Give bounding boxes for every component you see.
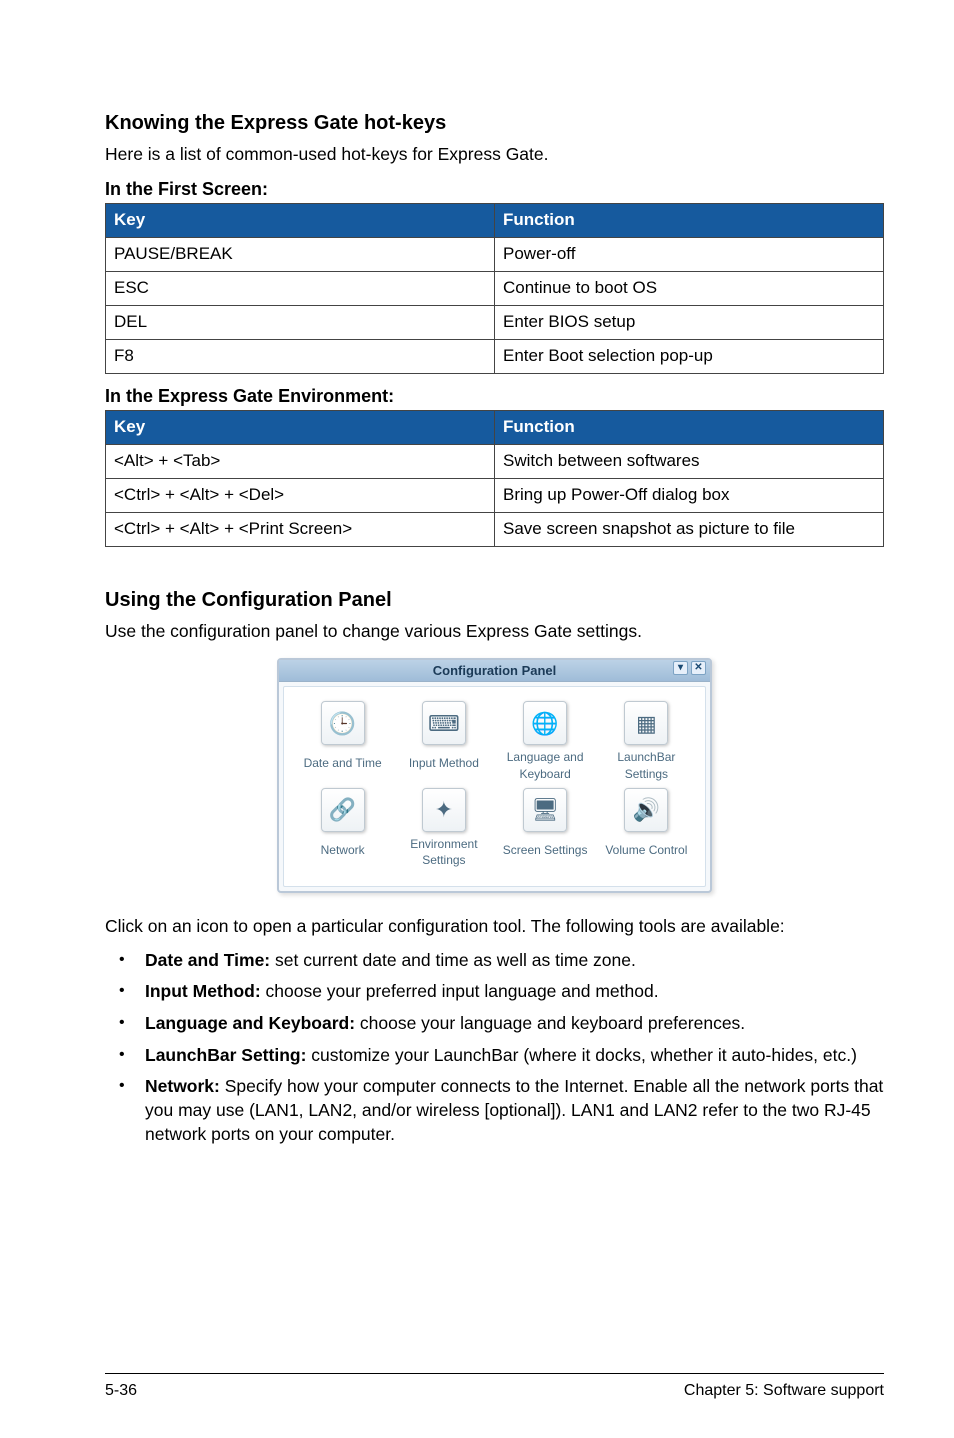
list-item: Language and Keyboard: choose your langu… <box>105 1012 884 1036</box>
after-figure-para: Click on an icon to open a particular co… <box>105 915 884 939</box>
speaker-icon: 🔊 <box>624 788 668 832</box>
keyboard-icon: ⌨ <box>422 701 466 745</box>
intro-config-panel: Use the configuration panel to change va… <box>105 620 884 644</box>
th-function: Function <box>495 203 884 237</box>
cell-fn: Power-off <box>495 237 884 271</box>
config-panel-figure: Configuration Panel ▾ ✕ 🕒 Date and Time … <box>277 658 712 893</box>
th-key: Key <box>106 203 495 237</box>
chapter-label: Chapter 5: Software support <box>684 1380 884 1402</box>
cell-fn: Enter BIOS setup <box>495 305 884 339</box>
list-item: Date and Time: set current date and time… <box>105 949 884 973</box>
bullet-bold: Input Method: <box>145 981 261 1001</box>
cfg-item-network: 🔗 Network <box>293 788 393 868</box>
monitor-icon: 🖥 <box>523 788 567 832</box>
cell-fn: Continue to boot OS <box>495 271 884 305</box>
minimize-icon: ▾ <box>673 661 688 675</box>
cfg-item-launchbar-settings: ▦ LaunchBar Settings <box>596 701 696 781</box>
config-panel-titlebar: Configuration Panel ▾ ✕ <box>279 660 710 683</box>
environment-icon: ✦ <box>422 788 466 832</box>
bullet-bold: Network: <box>145 1076 220 1096</box>
bullet-rest: Specify how your computer connects to th… <box>145 1076 883 1143</box>
table-row: F8Enter Boot selection pop-up <box>106 339 884 373</box>
bullet-bold: LaunchBar Setting: <box>145 1045 306 1065</box>
table-row: ESCContinue to boot OS <box>106 271 884 305</box>
cell-key: <Alt> + <Tab> <box>106 445 495 479</box>
cfg-label: Volume Control <box>596 836 696 864</box>
cfg-item-volume-control: 🔊 Volume Control <box>596 788 696 868</box>
cell-key: PAUSE/BREAK <box>106 237 495 271</box>
cell-key: <Ctrl> + <Alt> + <Print Screen> <box>106 513 495 547</box>
cfg-label: Network <box>293 836 393 864</box>
list-item: LaunchBar Setting: customize your Launch… <box>105 1044 884 1068</box>
cfg-label: Language and Keyboard <box>495 749 595 781</box>
cfg-label: Date and Time <box>293 749 393 777</box>
cfg-label: LaunchBar Settings <box>596 749 696 781</box>
clock-icon: 🕒 <box>321 701 365 745</box>
config-panel-body: 🕒 Date and Time ⌨ Input Method 🌐 Languag… <box>283 686 706 887</box>
network-icon: 🔗 <box>321 788 365 832</box>
config-panel-title: Configuration Panel <box>433 663 557 678</box>
list-item: Input Method: choose your preferred inpu… <box>105 980 884 1004</box>
subheading-first-screen: In the First Screen: <box>105 177 884 201</box>
cell-fn: Save screen snapshot as picture to file <box>495 513 884 547</box>
cfg-label: Input Method <box>394 749 494 777</box>
cfg-item-date-time: 🕒 Date and Time <box>293 701 393 781</box>
bullet-rest: choose your preferred input language and… <box>261 981 659 1001</box>
bullet-rest: choose your language and keyboard prefer… <box>355 1013 745 1033</box>
cfg-item-input-method: ⌨ Input Method <box>394 701 494 781</box>
bullet-bold: Language and Keyboard: <box>145 1013 355 1033</box>
th-function: Function <box>495 411 884 445</box>
cell-key: DEL <box>106 305 495 339</box>
cell-key: <Ctrl> + <Alt> + <Del> <box>106 479 495 513</box>
cfg-item-language-keyboard: 🌐 Language and Keyboard <box>495 701 595 781</box>
table-row: <Alt> + <Tab>Switch between softwares <box>106 445 884 479</box>
table-first-screen: Key Function PAUSE/BREAKPower-off ESCCon… <box>105 203 884 374</box>
cfg-label: Screen Settings <box>495 836 595 864</box>
bullet-list: Date and Time: set current date and time… <box>105 949 884 1146</box>
cell-key: ESC <box>106 271 495 305</box>
cfg-label: Environment Settings <box>394 836 494 868</box>
table-row: DELEnter BIOS setup <box>106 305 884 339</box>
page-footer: 5-36 Chapter 5: Software support <box>105 1373 884 1402</box>
th-key: Key <box>106 411 495 445</box>
cell-fn: Switch between softwares <box>495 445 884 479</box>
launchbar-icon: ▦ <box>624 701 668 745</box>
list-item: Network: Specify how your computer conne… <box>105 1075 884 1146</box>
cfg-item-screen-settings: 🖥 Screen Settings <box>495 788 595 868</box>
table-row: <Ctrl> + <Alt> + <Print Screen>Save scre… <box>106 513 884 547</box>
page-number: 5-36 <box>105 1380 137 1402</box>
bullet-rest: set current date and time as well as tim… <box>270 950 636 970</box>
table-row: PAUSE/BREAKPower-off <box>106 237 884 271</box>
globe-icon: 🌐 <box>523 701 567 745</box>
heading-config-panel: Using the Configuration Panel <box>105 587 884 614</box>
intro-hotkeys: Here is a list of common-used hot-keys f… <box>105 143 884 167</box>
cell-fn: Enter Boot selection pop-up <box>495 339 884 373</box>
table-eg-env: Key Function <Alt> + <Tab>Switch between… <box>105 410 884 547</box>
cell-key: F8 <box>106 339 495 373</box>
bullet-bold: Date and Time: <box>145 950 270 970</box>
cfg-item-environment-settings: ✦ Environment Settings <box>394 788 494 868</box>
bullet-rest: customize your LaunchBar (where it docks… <box>306 1045 857 1065</box>
close-icon: ✕ <box>691 661 706 675</box>
table-row: <Ctrl> + <Alt> + <Del>Bring up Power-Off… <box>106 479 884 513</box>
cell-fn: Bring up Power-Off dialog box <box>495 479 884 513</box>
subheading-eg-env: In the Express Gate Environment: <box>105 384 884 408</box>
heading-hotkeys: Knowing the Express Gate hot-keys <box>105 110 884 137</box>
